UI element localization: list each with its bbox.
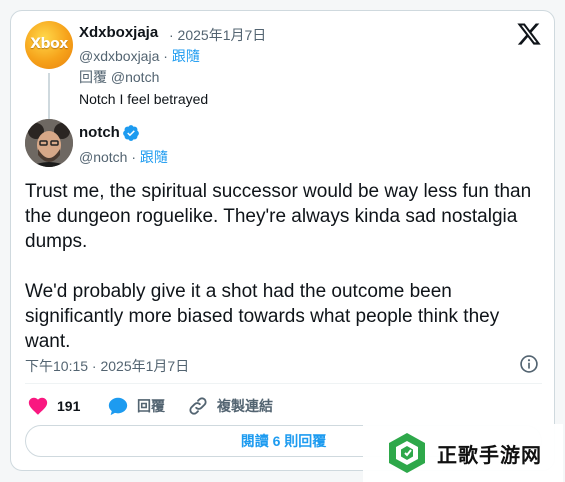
- reply-label: 回覆: [137, 398, 165, 414]
- divider: [25, 383, 542, 384]
- separator-dot: ·: [163, 48, 168, 64]
- parent-date[interactable]: · 2025年1月7日: [169, 25, 266, 45]
- thread-connector-line: [48, 73, 50, 119]
- verified-badge-icon: [123, 125, 139, 141]
- like-button[interactable]: 191: [27, 395, 80, 417]
- parent-display-name[interactable]: Xdxboxjaja: [79, 24, 158, 41]
- copy-link-button[interactable]: 複製連結: [187, 395, 273, 417]
- parent-handle[interactable]: @xdxboxjaja: [79, 48, 159, 64]
- main-follow-link[interactable]: 跟隨: [140, 149, 168, 165]
- reply-to-handle[interactable]: @notch: [111, 69, 159, 85]
- main-handle-row: @notch · 跟隨: [79, 147, 168, 167]
- main-handle[interactable]: @notch: [79, 149, 127, 165]
- tweet-paragraph: We'd probably give it a shot had the out…: [25, 281, 500, 352]
- parent-follow-link[interactable]: 跟隨: [172, 48, 200, 64]
- main-display-name[interactable]: notch: [79, 124, 120, 141]
- reply-prefix: 回覆: [79, 69, 107, 85]
- reply-button[interactable]: 回覆: [107, 395, 165, 417]
- watermark-text: 正歌手游网: [437, 442, 542, 467]
- copy-link-label: 複製連結: [217, 398, 273, 414]
- speech-bubble-icon: [108, 397, 128, 416]
- heart-icon: [28, 397, 48, 415]
- avatar-logo-text: Xbox: [30, 36, 68, 52]
- separator-dot: ·: [131, 149, 137, 165]
- avatar-photo: [25, 119, 73, 167]
- like-count: 191: [57, 398, 81, 414]
- main-tweet-text: Trust me, the spiritual successor would …: [25, 179, 545, 379]
- avatar-xdxboxjaja[interactable]: Xbox: [25, 21, 73, 69]
- tweet-paragraph: Trust me, the spiritual successor would …: [25, 181, 532, 252]
- tweet-embed-card: Xbox Xdxboxjaja · 2025年1月7日 @xdxboxjaja …: [10, 10, 555, 471]
- info-icon[interactable]: [519, 354, 539, 374]
- tweet-timestamp[interactable]: 下午10:15 · 2025年1月7日: [25, 356, 189, 376]
- avatar-notch[interactable]: [25, 119, 73, 167]
- reply-context: 回覆 @notch: [79, 67, 159, 87]
- x-logo-icon[interactable]: [516, 21, 542, 47]
- link-icon: [189, 397, 207, 415]
- parent-tweet-text: Notch I feel betrayed: [79, 91, 209, 107]
- parent-handle-row: @xdxboxjaja · 跟隨: [79, 46, 200, 66]
- watermark-logo-icon: [389, 433, 425, 473]
- site-watermark: 正歌手游网: [363, 424, 563, 482]
